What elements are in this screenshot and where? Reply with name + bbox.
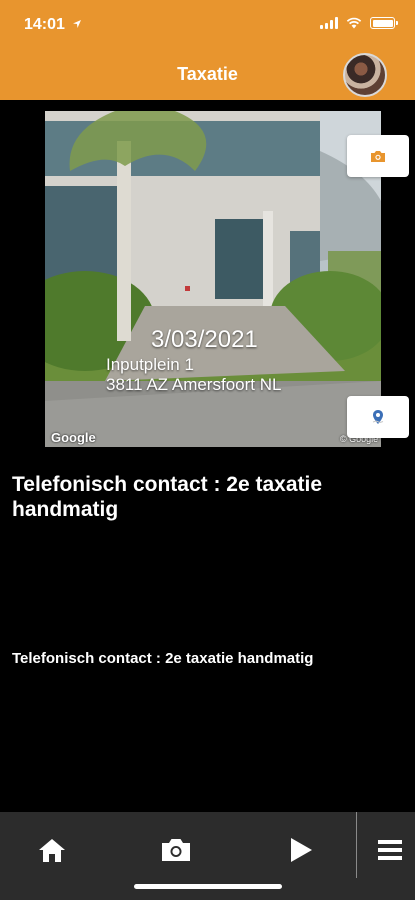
- home-indicator: [134, 884, 282, 889]
- inspection-description: Telefonisch contact : 2e taxatie handmat…: [12, 650, 314, 667]
- avatar[interactable]: [343, 53, 387, 97]
- photo-address-line2: 3811 AZ Amersfoort NL: [106, 375, 282, 394]
- camera-icon: [162, 839, 190, 861]
- location-arrow-icon: [73, 20, 81, 28]
- photo-date: 3/03/2021: [151, 326, 258, 353]
- play-icon: [291, 838, 312, 862]
- status-time: 14:01: [24, 16, 65, 33]
- battery-icon: [370, 17, 398, 29]
- tab-camera[interactable]: [152, 830, 200, 870]
- home-icon: [39, 839, 65, 862]
- app-header: 14:01 Taxatie: [0, 0, 415, 100]
- tab-home[interactable]: [28, 830, 76, 870]
- photo-address-line1: Inputplein 1: [106, 355, 194, 374]
- google-attribution-logo: Google: [51, 430, 96, 445]
- tab-menu[interactable]: [366, 830, 414, 870]
- tab-divider: [356, 812, 357, 878]
- tab-play[interactable]: [277, 830, 325, 870]
- camera-icon: [371, 150, 385, 162]
- status-bar: 14:01: [0, 0, 415, 50]
- photo-camera-button[interactable]: [347, 135, 409, 177]
- cellular-signal-icon: [320, 17, 338, 29]
- map-location-button[interactable]: [347, 396, 409, 438]
- menu-icon: [378, 840, 402, 860]
- property-photo: 3/03/2021 Inputplein 1 3811 AZ Amersfoor…: [45, 111, 381, 447]
- wifi-icon: [346, 17, 362, 29]
- inspection-heading: Telefonisch contact : 2e taxatie handmat…: [12, 473, 323, 521]
- map-pin-icon: [372, 410, 384, 424]
